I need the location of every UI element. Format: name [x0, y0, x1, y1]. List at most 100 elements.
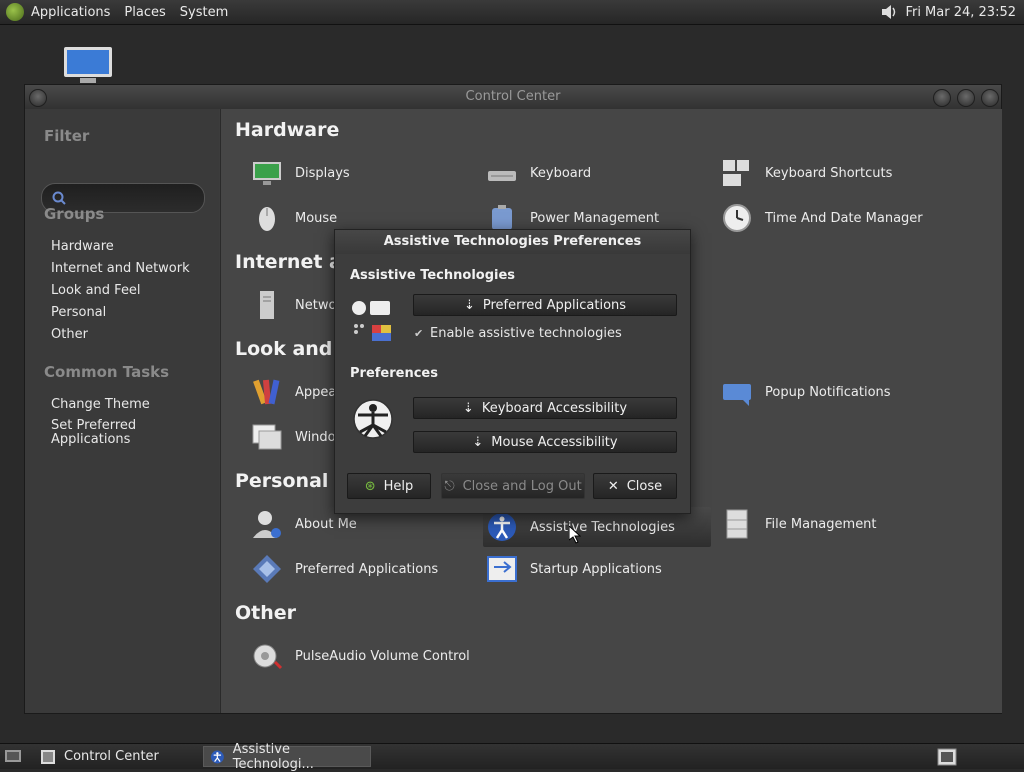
task-assistive-technologies[interactable]: Assistive Technologi... — [203, 742, 371, 772]
button-label: Help — [383, 478, 414, 494]
menu-applications[interactable]: Applications — [24, 5, 117, 20]
help-icon: ⊛ — [364, 478, 376, 494]
preferred-applications-button[interactable]: ⇣ Preferred Applications — [413, 294, 677, 316]
launch-icon: ⇣ — [463, 297, 475, 313]
assistive-technologies-dialog: Assistive Technologies Preferences Assis… — [334, 229, 691, 514]
item-label: Netwo — [295, 297, 337, 313]
item-label: Power Management — [530, 210, 660, 226]
user-info-icon — [253, 511, 281, 538]
keyboard-accessibility-button[interactable]: ⇣ Keyboard Accessibility — [413, 397, 677, 419]
filter-heading: Filter — [44, 127, 90, 145]
mouse-pointer-icon — [569, 526, 581, 544]
window-titlebar[interactable]: Control Center — [25, 85, 1001, 109]
item-popup-notifications[interactable]: Popup Notifications — [721, 372, 891, 412]
accessibility-icon — [488, 513, 516, 541]
group-internet[interactable]: Internet and Network — [51, 261, 190, 276]
item-label: Displays — [295, 165, 350, 181]
volume-icon[interactable] — [879, 2, 899, 22]
window-menu-button[interactable] — [29, 89, 47, 107]
button-label: Close and Log Out — [462, 478, 582, 494]
bottom-panel: Control Center Assistive Technologi... — [0, 742, 1024, 772]
item-startup-applications[interactable]: Startup Applications — [486, 549, 662, 589]
close-and-logout-button[interactable]: ⎋ Close and Log Out — [441, 473, 585, 499]
checkmark-icon: ✔ — [414, 326, 424, 340]
clock[interactable]: Fri Mar 24, 23:52 — [899, 5, 1020, 20]
workspace-switcher-icon[interactable] — [937, 748, 957, 766]
preferred-apps-icon — [253, 555, 281, 583]
task-set-preferred-apps[interactable]: Set Preferred Applications — [51, 419, 136, 447]
close-window-button[interactable] — [981, 89, 999, 107]
item-keyboard-shortcuts[interactable]: Keyboard Shortcuts — [721, 153, 892, 193]
item-displays[interactable]: Displays — [251, 153, 350, 193]
item-preferred-applications[interactable]: Preferred Applications — [251, 549, 438, 589]
item-pulseaudio[interactable]: PulseAudio Volume Control — [251, 636, 470, 676]
item-keyboard[interactable]: Keyboard — [486, 153, 591, 193]
enable-assistive-checkbox[interactable]: ✔ Enable assistive technologies — [414, 326, 622, 341]
file-cabinet-icon — [726, 509, 748, 539]
button-label: Preferred Applications — [482, 297, 627, 313]
group-personal[interactable]: Personal — [51, 305, 106, 320]
close-icon: ✕ — [607, 478, 619, 494]
launch-icon: ⇣ — [472, 434, 484, 450]
item-label: Mouse — [295, 210, 338, 226]
common-tasks-heading: Common Tasks — [44, 363, 170, 381]
item-label: Keyboard Shortcuts — [765, 165, 893, 181]
task-control-center[interactable]: Control Center — [34, 746, 198, 767]
task-label: Assistive Technologi... — [232, 741, 314, 772]
preferences-section-heading: Preferences — [350, 366, 438, 381]
mouse-accessibility-button[interactable]: ⇣ Mouse Accessibility — [413, 431, 677, 453]
group-look-and-feel[interactable]: Look and Feel — [51, 283, 141, 298]
group-other[interactable]: Other — [51, 327, 88, 342]
item-label: PulseAudio Volume Control — [295, 648, 470, 664]
maximize-button[interactable] — [957, 89, 975, 107]
help-button[interactable]: ⊛ Help — [347, 473, 431, 499]
item-label: Popup Notifications — [765, 384, 891, 400]
logout-icon: ⎋ — [444, 478, 455, 494]
button-label: Mouse Accessibility — [491, 434, 618, 450]
item-appearance[interactable]: Appear — [251, 372, 342, 412]
item-label: File Management — [765, 516, 877, 532]
menu-places[interactable]: Places — [117, 5, 172, 20]
launch-icon: ⇣ — [462, 400, 474, 416]
section-personal: Personal — [235, 470, 329, 492]
group-hardware[interactable]: Hardware — [51, 239, 114, 254]
window-title: Control Center — [465, 89, 561, 104]
assistive-section-heading: Assistive Technologies — [350, 268, 516, 283]
accessibility-icon — [210, 750, 224, 763]
item-label: Assistive Technologies — [530, 519, 675, 535]
item-label: Preferred Applications — [295, 561, 439, 577]
sidebar: Filter Groups Hardware Internet and Netw… — [25, 109, 219, 713]
section-other: Other — [235, 602, 297, 624]
dialog-title[interactable]: Assistive Technologies Preferences — [335, 230, 690, 254]
item-network[interactable]: Netwo — [251, 285, 336, 325]
search-icon — [52, 191, 66, 205]
item-mouse[interactable]: Mouse — [251, 198, 337, 238]
section-hardware: Hardware — [235, 119, 340, 141]
assistive-tech-icon — [352, 301, 391, 341]
groups-heading: Groups — [44, 205, 105, 223]
task-change-theme[interactable]: Change Theme — [51, 397, 150, 412]
speaker-icon — [253, 644, 283, 670]
item-windows[interactable]: Window — [251, 417, 346, 457]
appearance-icon — [253, 379, 280, 405]
vitruvian-man-icon — [353, 399, 393, 439]
item-label: Time And Date Manager — [765, 210, 923, 226]
menu-system[interactable]: System — [173, 5, 235, 20]
computer-desktop-icon[interactable] — [62, 46, 114, 84]
monitor-icon — [253, 162, 281, 185]
checkbox-label: Enable assistive technologies — [430, 326, 622, 341]
button-label: Keyboard Accessibility — [481, 400, 628, 416]
distro-logo-icon[interactable] — [6, 3, 24, 21]
show-desktop-icon[interactable] — [4, 748, 22, 764]
task-label: Control Center — [64, 749, 159, 764]
button-label: Close — [626, 478, 663, 494]
close-button[interactable]: ✕ Close — [593, 473, 677, 499]
item-time-date[interactable]: Time And Date Manager — [721, 198, 923, 238]
control-center-icon — [41, 749, 55, 764]
minimize-button[interactable] — [933, 89, 951, 107]
item-file-management[interactable]: File Management — [721, 504, 877, 544]
clock-icon — [723, 204, 751, 232]
top-panel: Applications Places System Fri Mar 24, 2… — [0, 0, 1024, 25]
startup-apps-icon — [487, 556, 517, 582]
keyboard-icon — [488, 171, 516, 181]
